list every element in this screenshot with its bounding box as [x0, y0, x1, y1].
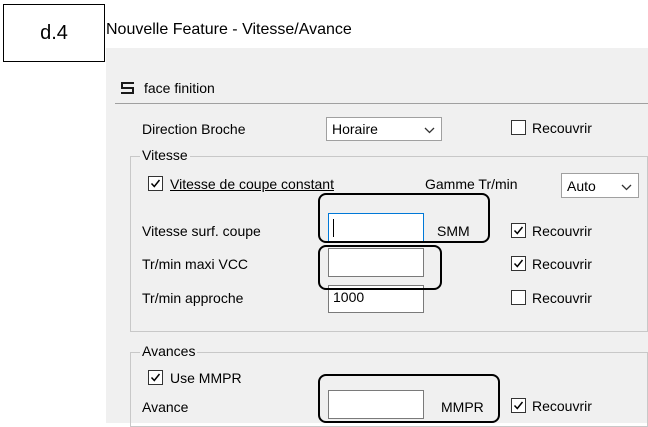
annotation-box-trmin-maxi: [318, 245, 442, 290]
avance-recouvrir-label: Recouvrir: [532, 398, 592, 414]
vitesse-surf-recouvrir-label: Recouvrir: [532, 223, 592, 239]
trmin-maxi-label: Tr/min maxi VCC: [142, 256, 249, 272]
annotation-box-vitesse-surf: [318, 193, 490, 243]
gamme-select[interactable]: Auto: [561, 173, 639, 198]
vitesse-group-title: Vitesse: [140, 147, 190, 163]
direction-label: Direction Broche: [142, 121, 246, 137]
layers-icon: [120, 81, 136, 95]
trmin-maxi-recouvrir-label: Recouvrir: [532, 256, 592, 272]
trmin-approche-label: Tr/min approche: [142, 290, 244, 306]
header-divider: [115, 103, 648, 104]
trmin-maxi-recouvrir-checkbox[interactable]: [511, 256, 526, 271]
avance-recouvrir-checkbox[interactable]: [511, 398, 526, 413]
vitesse-constant-label: Vitesse de coupe constant: [170, 176, 334, 192]
use-mmpr-label: Use MMPR: [170, 370, 242, 386]
vitesse-surf-label: Vitesse surf. coupe: [142, 223, 261, 239]
direction-recouvrir-label: Recouvrir: [532, 120, 592, 136]
chevron-down-icon: [621, 178, 632, 194]
trmin-approche-recouvrir-checkbox[interactable]: [511, 290, 526, 305]
annotation-label: d.4: [3, 4, 105, 62]
feature-header: face finition: [120, 80, 215, 96]
avances-group-title: Avances: [140, 343, 198, 359]
use-mmpr-checkbox[interactable]: [148, 370, 163, 385]
direction-recouvrir-checkbox[interactable]: [511, 120, 526, 135]
trmin-approche-value: 1000: [333, 289, 365, 305]
gamme-select-value: Auto: [567, 177, 596, 194]
chevron-down-icon: [424, 121, 435, 137]
trmin-approche-recouvrir-label: Recouvrir: [532, 290, 592, 306]
feature-name: face finition: [144, 80, 215, 96]
vitesse-constant-checkbox[interactable]: [148, 176, 163, 191]
annotation-box-avance: [318, 374, 500, 423]
window-title: Nouvelle Feature - Vitesse/Avance: [106, 21, 352, 38]
direction-select[interactable]: Horaire: [326, 117, 442, 141]
avance-label: Avance: [142, 399, 189, 415]
annotation-label-text: d.4: [40, 21, 68, 44]
vitesse-surf-recouvrir-checkbox[interactable]: [511, 223, 526, 238]
direction-select-value: Horaire: [332, 121, 378, 137]
gamme-label: Gamme Tr/min: [425, 176, 518, 192]
